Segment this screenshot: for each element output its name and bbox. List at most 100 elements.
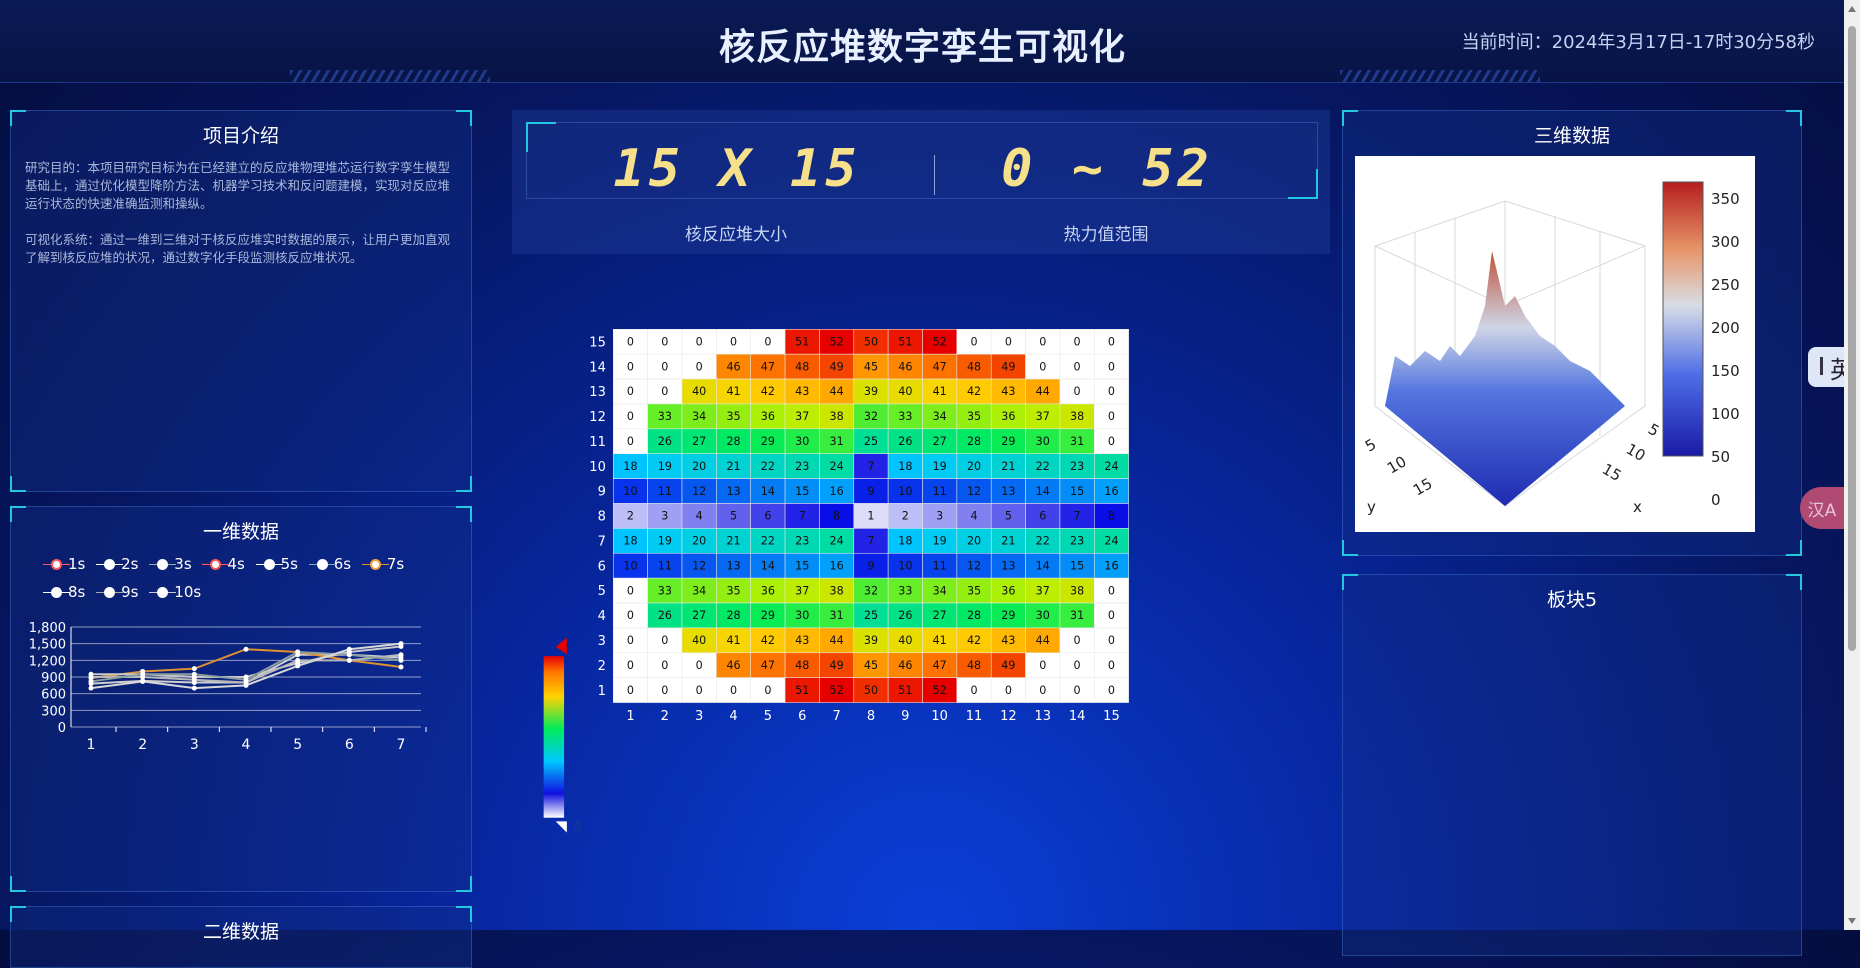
- heatmap-cell-label: 0: [1074, 634, 1081, 647]
- heatmap-cell-label: 34: [692, 410, 706, 423]
- heatmap-cell-label: 0: [1108, 335, 1115, 348]
- colorbar-tick: 100: [1711, 405, 1740, 423]
- heatmap-cell-label: 0: [764, 335, 771, 348]
- colorbar-tick: 250: [1711, 276, 1740, 294]
- heatmap-cell-label: 4: [970, 510, 977, 523]
- heatmap-cell-label: 0: [1108, 435, 1115, 448]
- scroll-down-icon[interactable]: [1848, 918, 1856, 924]
- legend-item-3s[interactable]: 3s: [149, 555, 192, 573]
- heatmap-cell-label: 0: [1108, 584, 1115, 597]
- heatmap-cell-label: 25: [864, 435, 878, 448]
- heatmap-cell-label: 35: [726, 584, 740, 597]
- heatmap-cell-label: 12: [692, 485, 706, 498]
- scroll-up-icon[interactable]: [1848, 6, 1856, 12]
- heatmap-cell-label: 43: [795, 385, 809, 398]
- heatmap-cell-label: 0: [661, 684, 668, 697]
- heatmap-cell-label: 40: [692, 385, 706, 398]
- legend-item-7s[interactable]: 7s: [361, 555, 404, 573]
- heatmap-cell-label: 38: [830, 410, 844, 423]
- series-point: [140, 678, 146, 684]
- oned-panel-title: 一维数据: [202, 521, 279, 543]
- scale-handle-bottom-icon[interactable]: [555, 821, 567, 833]
- heatmap-cell-label: 18: [623, 460, 637, 473]
- heatmap-cell-label: 23: [795, 535, 809, 548]
- heatmap-x-tick: 1: [626, 709, 634, 724]
- legend-item-10s[interactable]: 10s: [149, 583, 201, 601]
- line-chart[interactable]: 0 300600 900 1,2001,500 1,800 1 2 3 4 5 6 7: [21, 617, 441, 767]
- heatmap-chart[interactable]: 0 0 0 0 0 51 52 50 51 52 0 0 0 0 0150 0 0 46 47 48 49 45 46 47 4…: [520, 320, 1260, 840]
- corner-mark: [10, 476, 26, 492]
- heatmap-cell-label: 19: [933, 460, 947, 473]
- x-tick: 5: [1645, 420, 1662, 440]
- colorbar-tick: 150: [1711, 362, 1740, 380]
- colorbar-tick: 50: [1711, 448, 1730, 466]
- heatmap-cell-label: 50: [864, 335, 878, 348]
- heatmap-cell-label: 0: [764, 684, 771, 697]
- heatmap-cell-label: 43: [1001, 634, 1015, 647]
- heatmap-cell-label: 29: [1001, 435, 1015, 448]
- heatmap-cell-label: 36: [761, 410, 775, 423]
- heatmap-cell-label: 35: [967, 410, 981, 423]
- legend-item-8s[interactable]: 8s: [43, 583, 85, 601]
- y-tick: 15: [1410, 474, 1436, 499]
- heatmap-cell-label: 0: [696, 659, 703, 672]
- series-point: [398, 641, 404, 647]
- legend-item-2s[interactable]: 2s: [96, 555, 139, 573]
- heatmap-cell-label: 22: [1036, 535, 1050, 548]
- heatmap-cell-label: 48: [795, 360, 809, 373]
- heatmap-cell-label: 0: [627, 584, 634, 597]
- intro-paragraph-purpose: 研究目的：本项目研究目标为在已经建立的反应堆物理堆芯运行数字孪生模型基础上，通过…: [25, 160, 451, 211]
- translate-button[interactable]: 汉A: [1800, 487, 1844, 529]
- heatmap-x-tick: 14: [1069, 709, 1086, 724]
- y-tick-label: 300: [41, 704, 66, 719]
- heatmap-cell-label: 34: [933, 584, 947, 597]
- heatmap-cell-label: 13: [726, 559, 740, 572]
- heatmap-cell-label: 33: [658, 584, 672, 597]
- heatmap-cell-label: 49: [1001, 659, 1015, 672]
- heatmap-cell-label: 16: [830, 485, 844, 498]
- legend-item-6s[interactable]: 6s: [308, 555, 351, 573]
- heatmap-y-tick: 11: [589, 435, 606, 450]
- heatmap-cell-label: 20: [692, 460, 706, 473]
- heatmap-cell-label: 49: [830, 360, 844, 373]
- page-scrollbar[interactable]: [1844, 0, 1860, 930]
- scale-handle-top-icon[interactable]: [555, 637, 567, 655]
- heatmap-cell-label: 8: [833, 510, 840, 523]
- heatmap-cell-label: 52: [933, 335, 947, 348]
- legend-item-5s[interactable]: 5s: [255, 555, 298, 573]
- heatmap-cell-label: 0: [627, 435, 634, 448]
- stat-panel: 15 X 15 0 ~ 52 核反应堆大小 热力值范围: [512, 110, 1330, 254]
- legend-marker-icon: [96, 558, 124, 570]
- heatmap-cell-label: 47: [761, 659, 775, 672]
- x-tick-label: 1: [87, 737, 96, 753]
- heatmap-cell-label: 15: [795, 559, 809, 572]
- colorbar-tick: 350: [1711, 190, 1740, 208]
- heatmap-cell-label: 0: [730, 684, 737, 697]
- scrollbar-thumb[interactable]: [1848, 26, 1856, 651]
- heatmap-cell-label: 40: [898, 385, 912, 398]
- heatmap-y-tick: 8: [598, 510, 606, 525]
- legend-item-1s[interactable]: 1s: [43, 555, 85, 573]
- heatmap-y-tick: 9: [598, 485, 606, 500]
- heatmap-cell-label: 0: [1005, 684, 1012, 697]
- threed-panel-title: 三维数据: [1533, 125, 1610, 147]
- legend-marker-icon: [308, 558, 336, 570]
- heatmap-cell-label: 51: [795, 335, 809, 348]
- heatmap-cell-label: 0: [1108, 410, 1115, 423]
- heatmap-cell-label: 36: [761, 584, 775, 597]
- y-tick-label: 900: [41, 671, 66, 686]
- heatmap-scale-bar: [543, 656, 565, 818]
- heatmap-cell-label: 31: [830, 435, 844, 448]
- heatmap-cell-label: 0: [970, 335, 977, 348]
- heatmap-cell-label: 7: [867, 535, 874, 548]
- legend-item-9s[interactable]: 9s: [96, 583, 139, 601]
- surface-plot[interactable]: 350 300 250 200 150 100 50 0 5 10 15 15 …: [1355, 156, 1755, 532]
- heatmap-cell-label: 44: [830, 634, 844, 647]
- heatmap-x-tick: 6: [798, 709, 806, 724]
- heatmap-cell-label: 0: [627, 410, 634, 423]
- legend-item-4s[interactable]: 4s: [202, 555, 245, 573]
- heatmap-cell-label: 28: [726, 435, 740, 448]
- heatmap-cell-label: 41: [933, 634, 947, 647]
- heatmap-cell-label: 9: [867, 559, 874, 572]
- heatmap-cell-label: 10: [623, 559, 637, 572]
